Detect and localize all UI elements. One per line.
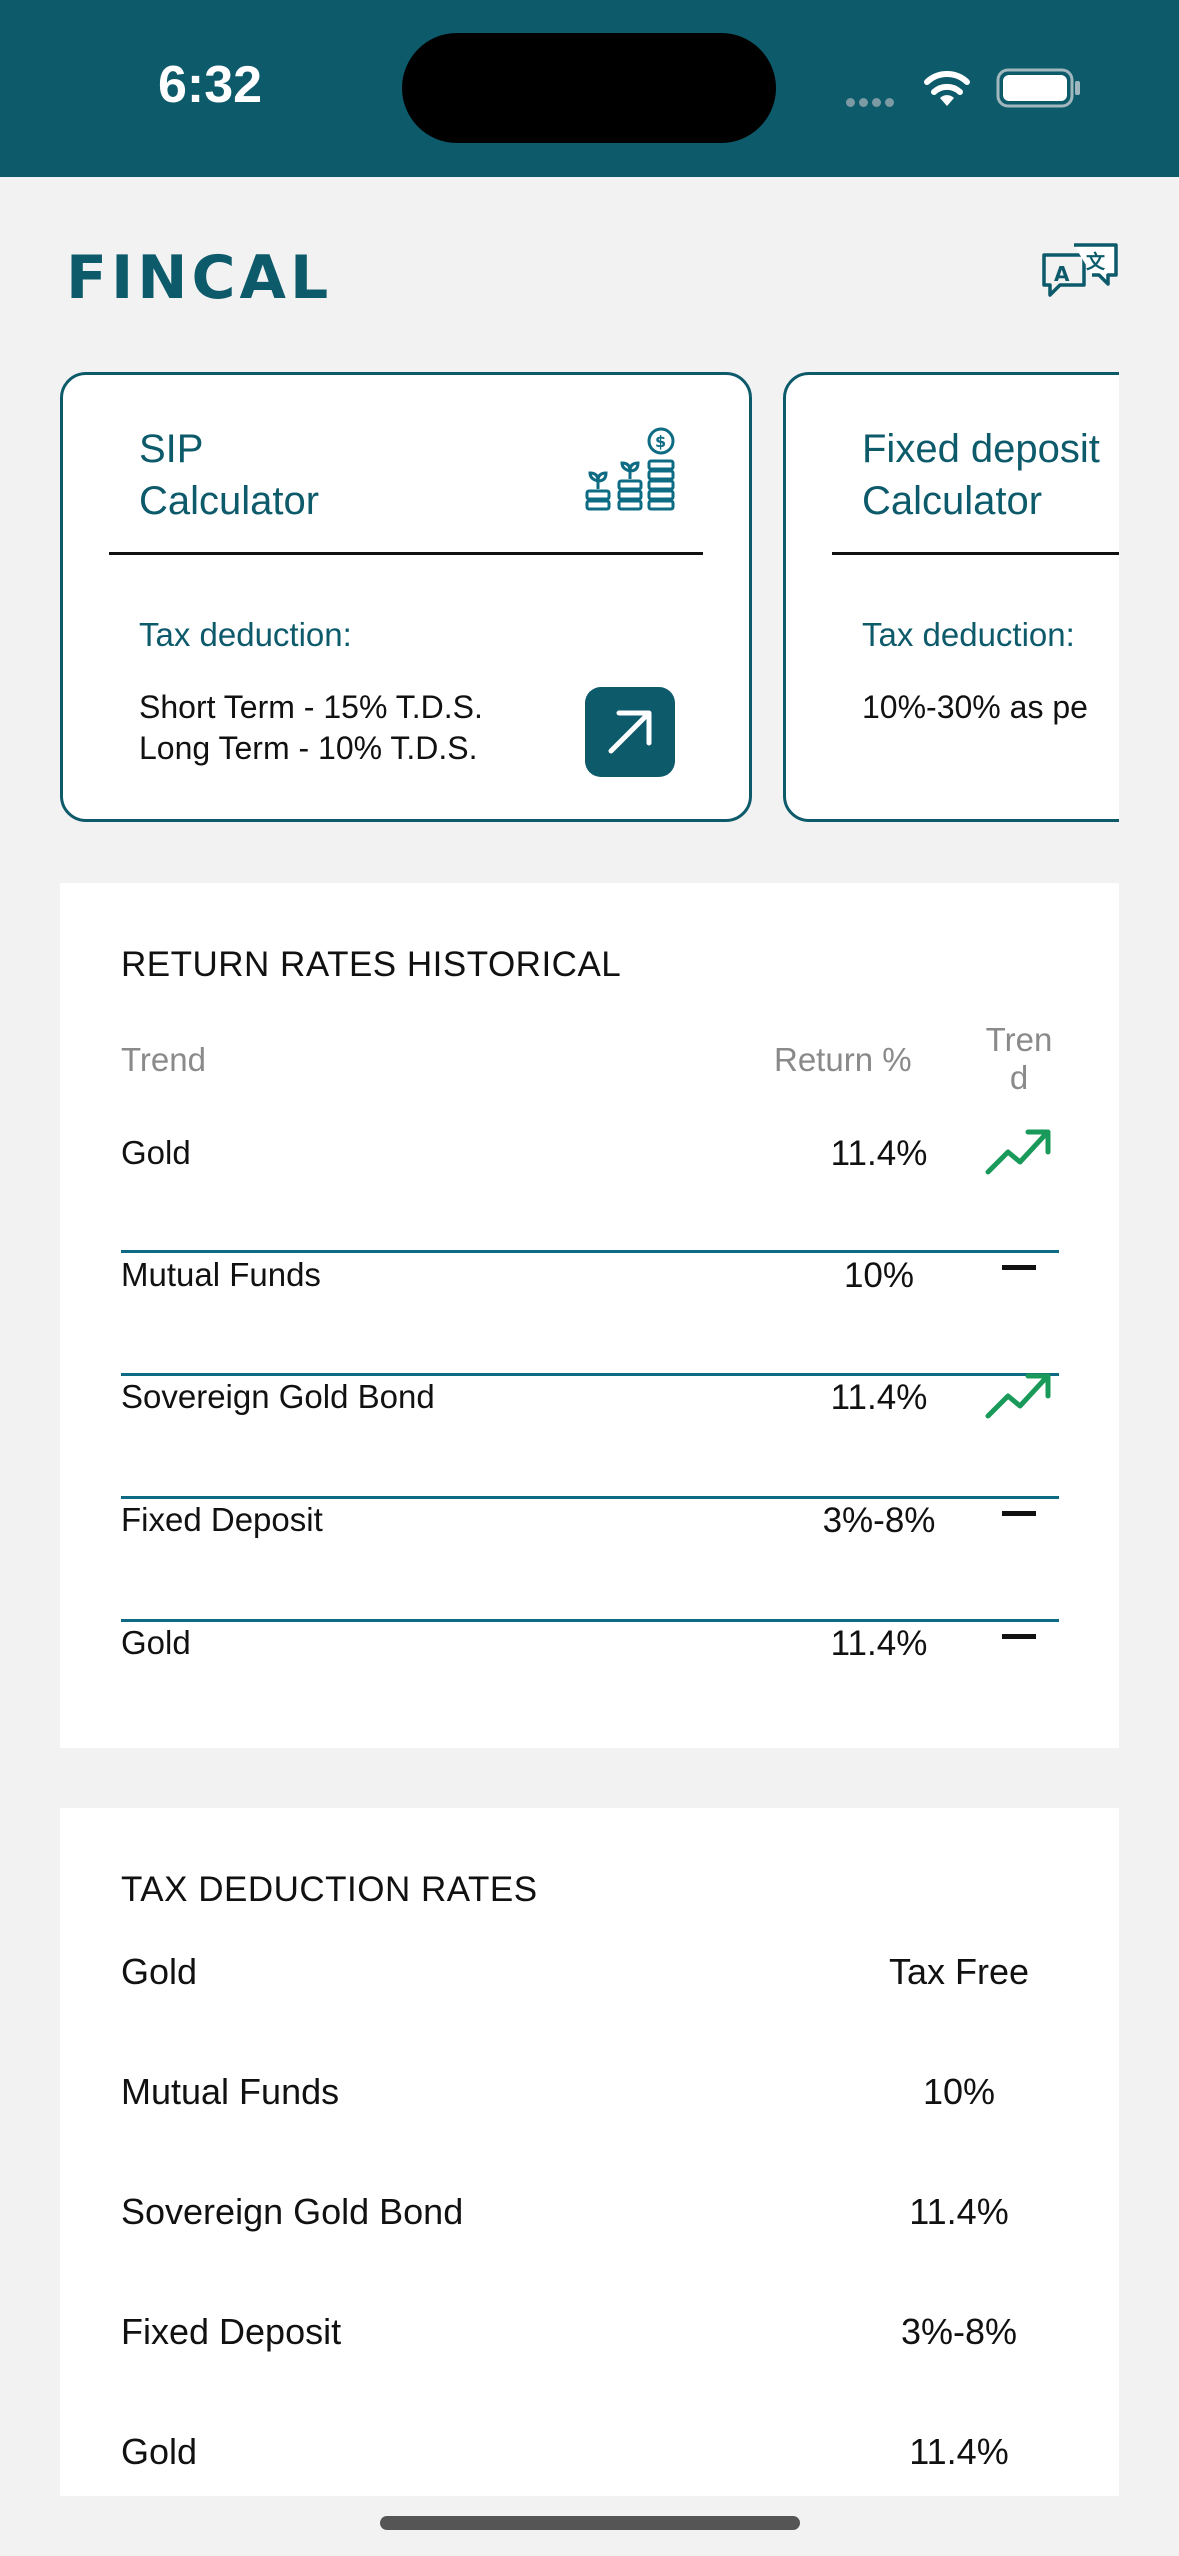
card-divider	[109, 552, 703, 555]
tax-deduction-label: Tax deduction:	[862, 616, 1075, 653]
svg-text:A: A	[1054, 262, 1070, 286]
fixed-deposit-calculator-card[interactable]: Fixed deposit Calculator Tax deduction: …	[783, 372, 1119, 822]
dynamic-island	[402, 33, 776, 143]
sip-calculator-card[interactable]: SIP Calculator $ Tax deduction: Short Te…	[60, 372, 752, 822]
table-row: Sovereign Gold Bond 11.4%	[121, 1373, 1059, 1499]
card-title: SIP Calculator	[139, 423, 319, 527]
svg-text:文: 文	[1086, 250, 1106, 273]
header-trend-column: Tren d	[979, 1021, 1059, 1097]
tax-row-value: 11.4%	[909, 2431, 1009, 2472]
row-value: 11.4%	[830, 1624, 928, 1663]
return-rates-panel: RETURN RATES HISTORICAL Trend Return % T…	[60, 883, 1119, 1748]
row-value: 3%-8%	[822, 1501, 936, 1540]
row-name: Fixed Deposit	[121, 1501, 323, 1538]
tax-line-short-term: Short Term - 15% T.D.S.	[139, 689, 483, 725]
row-name: Gold	[121, 1134, 191, 1171]
header-trend-line1: Tren	[985, 1021, 1053, 1058]
row-name: Mutual Funds	[121, 1256, 321, 1293]
tax-row-value: Tax Free	[888, 1951, 1030, 1992]
tax-row-name: Gold	[121, 1951, 198, 1992]
translate-icon[interactable]: A 文	[1040, 243, 1120, 305]
tax-deduction-label: Tax deduction:	[139, 616, 352, 653]
header-return-percent: Return %	[774, 1041, 912, 1078]
card-divider	[832, 552, 1119, 555]
card-title-line2: Calculator	[862, 479, 1043, 523]
header-trend-line2: d	[1009, 1059, 1029, 1096]
trend-up-icon	[979, 1366, 1059, 1427]
minus-icon	[979, 1626, 1059, 1644]
minus-icon	[979, 1503, 1059, 1521]
table-row: Gold 11.4%	[121, 1129, 1059, 1253]
row-name: Sovereign Gold Bond	[121, 1378, 435, 1415]
status-time: 6:32	[158, 56, 263, 114]
arrow-up-right-icon	[608, 710, 652, 754]
card-title-line1: SIP	[139, 427, 204, 471]
row-value: 10%	[843, 1256, 915, 1295]
row-value: 11.4%	[830, 1134, 928, 1173]
tax-line-long-term: Long Term - 10% T.D.S.	[139, 730, 478, 766]
tax-row-name: Gold	[121, 2431, 198, 2472]
card-title-line1: Fixed deposit	[862, 427, 1100, 471]
return-rates-title: RETURN RATES HISTORICAL	[121, 945, 622, 984]
tax-row-value: 10%	[922, 2071, 996, 2112]
table-row: Mutual Funds 10%	[121, 1253, 1059, 1376]
tax-line-rate: 10%-30% as pe	[862, 689, 1088, 725]
tax-deduction-title: TAX DEDUCTION RATES	[121, 1870, 538, 1909]
wifi-icon	[924, 71, 970, 106]
tax-row-value: 11.4%	[909, 2191, 1009, 2232]
header-trend: Trend	[121, 1041, 206, 1078]
minus-icon	[979, 1257, 1059, 1275]
tax-row-value: 3%-8%	[900, 2311, 1018, 2352]
table-row: Gold 11.4%	[121, 1622, 1059, 1702]
app-logo: FINCAL	[66, 243, 333, 313]
status-bar: 6:32	[0, 0, 1179, 177]
tax-row-name: Sovereign Gold Bond	[121, 2191, 464, 2232]
card-title: Fixed deposit Calculator	[862, 423, 1100, 527]
tax-row-name: Fixed Deposit	[121, 2311, 342, 2352]
card-title-line2: Calculator	[139, 479, 320, 523]
calculator-carousel[interactable]: SIP Calculator $ Tax deduction: Short Te…	[60, 372, 1119, 824]
home-indicator[interactable]	[380, 2516, 800, 2530]
table-row: Fixed Deposit 3%-8%	[121, 1499, 1059, 1622]
tax-deduction-panel: TAX DEDUCTION RATES Gold Tax Free Mutual…	[60, 1808, 1119, 2496]
tax-deduction-details: Short Term - 15% T.D.S. Long Term - 10% …	[139, 687, 483, 769]
cellular-signal-icon	[846, 94, 898, 112]
tax-deduction-details: 10%-30% as pe	[862, 687, 1088, 728]
open-calculator-button[interactable]	[585, 687, 675, 777]
row-name: Gold	[121, 1624, 191, 1661]
row-value: 11.4%	[830, 1378, 928, 1417]
battery-icon	[996, 68, 1080, 108]
svg-text:$: $	[655, 432, 666, 451]
tax-row-name: Mutual Funds	[121, 2071, 340, 2112]
coins-stack-icon: $	[585, 427, 675, 511]
trend-up-icon	[979, 1122, 1059, 1183]
